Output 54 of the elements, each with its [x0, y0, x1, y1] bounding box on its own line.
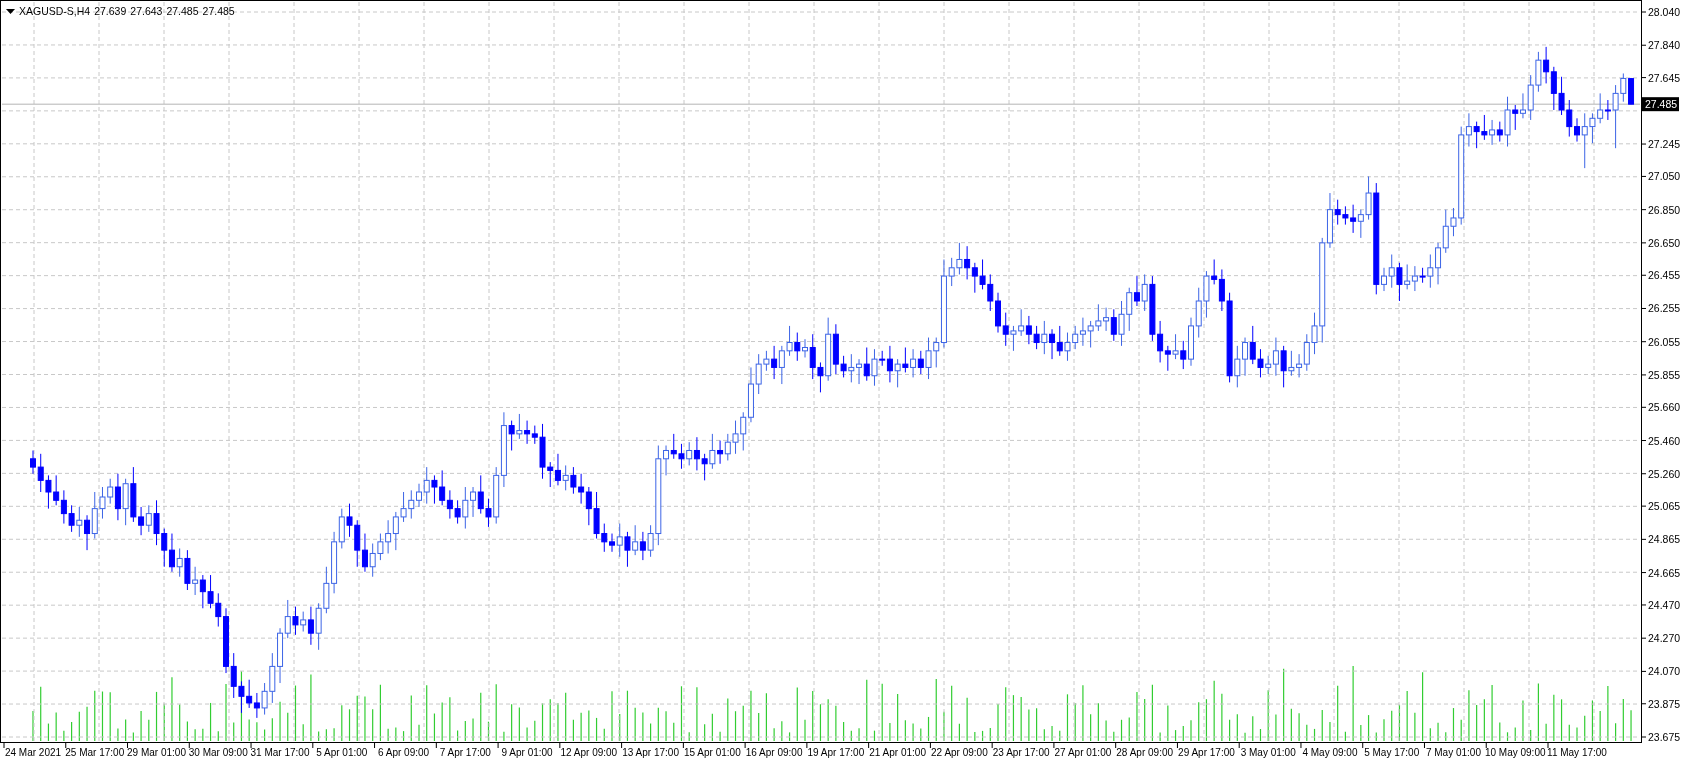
time-label: 21 Apr 01:00 [869, 747, 926, 758]
price-label: 26.650 [1648, 236, 1681, 249]
price-label: 24.865 [1648, 533, 1681, 546]
time-label: 22 Apr 09:00 [931, 747, 988, 758]
price-label: 27.645 [1648, 71, 1681, 84]
price-label: 25.260 [1648, 467, 1681, 480]
time-label: 24 Mar 2021 [4, 747, 62, 758]
price-label: 24.070 [1648, 665, 1681, 678]
time-label: 9 Apr 01:00 [501, 747, 553, 758]
time-label: 31 Mar 17:00 [250, 747, 310, 758]
price-label: 25.855 [1648, 368, 1681, 381]
time-label: 7 Apr 17:00 [439, 747, 491, 758]
time-label: 3 May 01:00 [1240, 747, 1296, 758]
price-label: 27.050 [1648, 170, 1681, 183]
time-label: 11 May 17:00 [1547, 747, 1607, 758]
time-label: 4 May 09:00 [1302, 747, 1358, 758]
time-label: 7 May 01:00 [1425, 747, 1481, 758]
time-label: 5 May 17:00 [1364, 747, 1420, 758]
price-label: 24.665 [1648, 566, 1681, 579]
time-label: 19 Apr 17:00 [807, 747, 865, 758]
time-label: 12 Apr 09:00 [560, 747, 618, 758]
time-label: 30 Mar 09:00 [188, 747, 248, 758]
current-price-label: 27.485 [1642, 97, 1679, 112]
price-label: 26.850 [1648, 203, 1681, 216]
price-label: 25.065 [1648, 500, 1681, 513]
symbol-label: XAGUSD-S,H4 [19, 5, 91, 17]
price-label: 26.255 [1648, 302, 1681, 315]
price-value: 27.639 [94, 5, 127, 17]
time-label: 27 Apr 01:00 [1054, 747, 1112, 758]
time-label: 23 Apr 17:00 [992, 747, 1050, 758]
time-label: 29 Mar 01:00 [127, 747, 186, 758]
time-label: 5 Apr 01:00 [316, 747, 368, 758]
time-label: 28 Apr 09:00 [1116, 747, 1174, 758]
price-label: 25.460 [1648, 434, 1681, 447]
price-label: 24.470 [1648, 598, 1681, 611]
price-label: 24.270 [1648, 632, 1681, 645]
time-label: 15 Apr 01:00 [684, 747, 741, 758]
price-label: 26.055 [1648, 335, 1681, 348]
price-value: 27.485 [202, 5, 235, 17]
price-label: 28.040 [1648, 6, 1681, 18]
time-label: 13 Apr 17:00 [622, 747, 679, 758]
price-label: 23.875 [1648, 697, 1681, 710]
time-label: 29 Apr 17:00 [1178, 747, 1235, 758]
price-label: 25.660 [1648, 401, 1681, 414]
price-value: 27.485 [166, 5, 199, 17]
time-label: 10 May 09:00 [1484, 747, 1546, 758]
time-label: 16 Apr 09:00 [745, 747, 803, 758]
time-label: 25 Mar 17:00 [65, 747, 125, 758]
price-label: 27.245 [1648, 138, 1681, 151]
price-label: 26.455 [1648, 269, 1681, 282]
price-value: 27.643 [130, 5, 163, 17]
time-label: 6 Apr 09:00 [378, 747, 430, 758]
price-label: 27.840 [1648, 39, 1681, 52]
price-label: 23.675 [1648, 731, 1681, 743]
